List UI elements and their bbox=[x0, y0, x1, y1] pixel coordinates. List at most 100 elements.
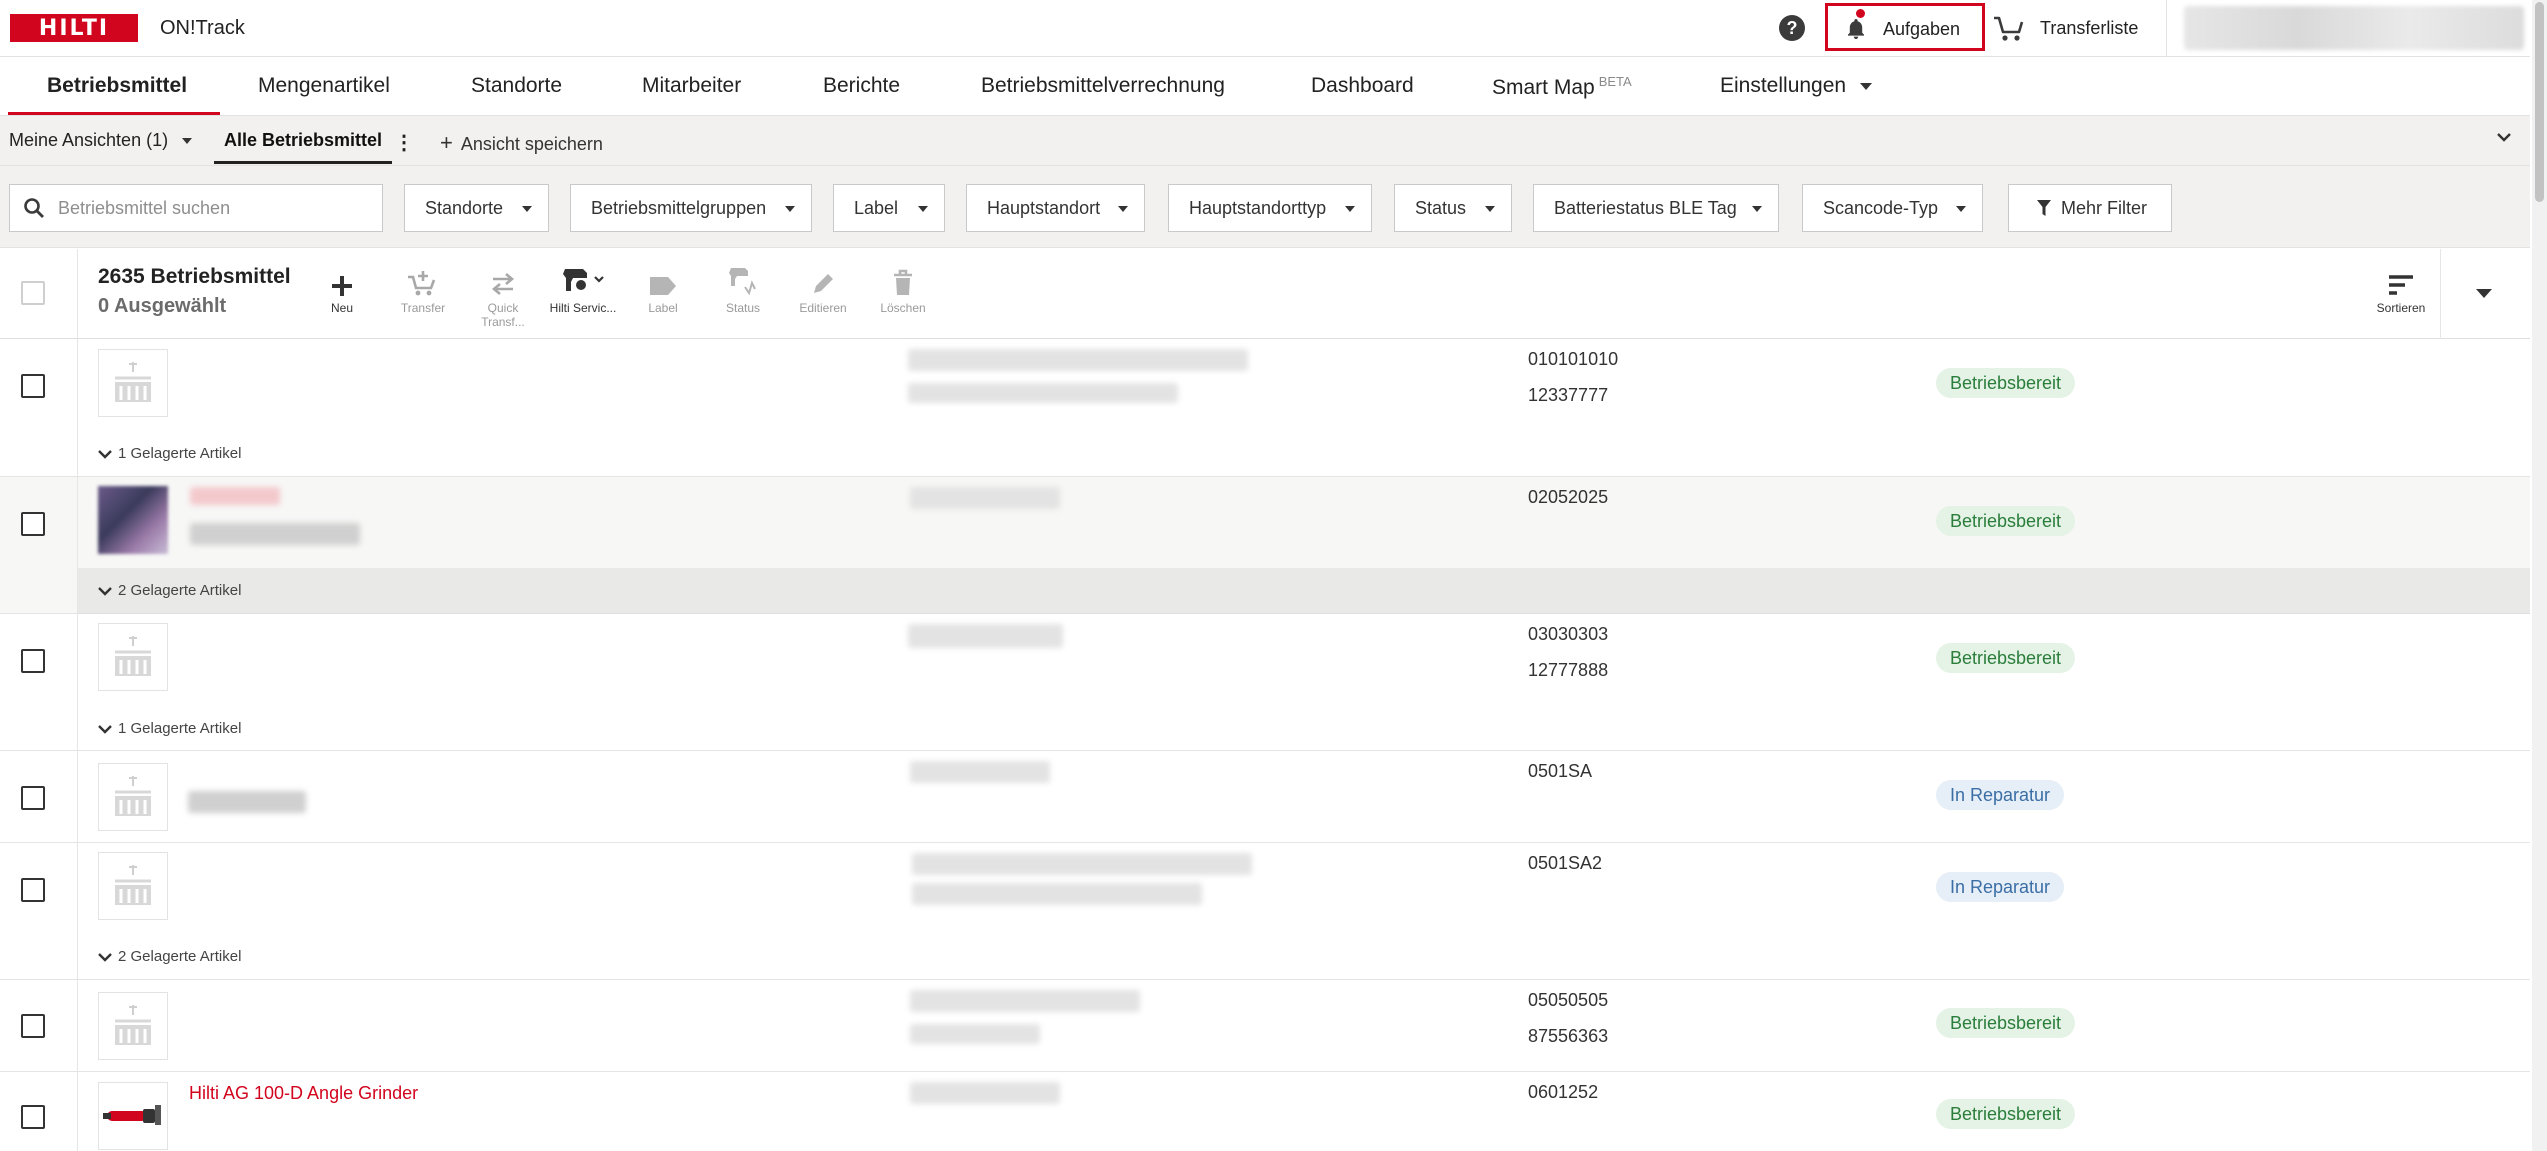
more-filters-label: Mehr Filter bbox=[2061, 197, 2148, 218]
drill-icon bbox=[563, 269, 604, 291]
chevron-down-icon bbox=[785, 206, 795, 212]
chevron-down-icon bbox=[1752, 206, 1762, 212]
stored-items-toggle[interactable]: 2 Gelagerte Artikel bbox=[98, 948, 241, 965]
stored-items-label: 1 Gelagerte Artikel bbox=[118, 445, 242, 462]
row-checkbox[interactable] bbox=[21, 1105, 45, 1129]
redacted-text bbox=[908, 383, 1178, 403]
tasks-button[interactable]: Aufgaben bbox=[1825, 3, 1985, 51]
hilti-service-button[interactable]: Hilti Servic... bbox=[548, 263, 618, 315]
filter-hauptstandorttyp[interactable]: Hauptstandorttyp bbox=[1168, 184, 1372, 232]
status-button[interactable]: Status bbox=[708, 263, 778, 315]
tab-standorte[interactable]: Standorte bbox=[471, 74, 562, 98]
select-all-checkbox[interactable] bbox=[21, 281, 45, 305]
table-row[interactable]: 05050505 87556363 Betriebsbereit bbox=[0, 980, 2530, 1072]
stored-items-toggle[interactable]: 2 Gelagerte Artikel bbox=[98, 582, 241, 599]
filter-status[interactable]: Status bbox=[1394, 184, 1512, 232]
edit-label: Editieren bbox=[799, 301, 847, 315]
edit-button[interactable]: Editieren bbox=[788, 263, 858, 315]
stored-items-label: 2 Gelagerte Artikel bbox=[118, 582, 242, 599]
filter-standorte[interactable]: Standorte bbox=[404, 184, 549, 232]
tab-dashboard[interactable]: Dashboard bbox=[1311, 74, 1414, 98]
row-checkbox[interactable] bbox=[21, 649, 45, 673]
redacted-text bbox=[910, 1082, 1060, 1104]
row-checkbox[interactable] bbox=[21, 374, 45, 398]
smart-map-label: Smart Map bbox=[1492, 76, 1595, 99]
delete-button[interactable]: Löschen bbox=[868, 263, 938, 315]
transfer-button[interactable]: Transfer bbox=[388, 263, 458, 315]
new-button[interactable]: Neu bbox=[307, 263, 377, 315]
my-views-dropdown[interactable]: Meine Ansichten (1) bbox=[9, 130, 193, 151]
redacted-text bbox=[910, 761, 1050, 783]
redacted-text bbox=[188, 791, 306, 813]
filter-label: Status bbox=[1415, 197, 1467, 218]
tab-berichte[interactable]: Berichte bbox=[823, 74, 900, 98]
asset-name-link[interactable]: Hilti AG 100-D Angle Grinder bbox=[189, 1083, 418, 1104]
stored-items-toggle[interactable]: 1 Gelagerte Artikel bbox=[98, 445, 241, 462]
transfer-list-button[interactable]: Transferliste bbox=[1992, 12, 2138, 44]
table-row[interactable]: 0501SA2 In Reparatur 2 Gelagerte Artikel bbox=[0, 843, 2530, 980]
status-badge: Betriebsbereit bbox=[1936, 643, 2076, 673]
status-badge: Betriebsbereit bbox=[1936, 1008, 2076, 1038]
chevron-down-icon[interactable] bbox=[2476, 289, 2492, 298]
row-checkbox-column bbox=[0, 339, 78, 476]
hilti-logo[interactable]: HILTI bbox=[10, 14, 138, 42]
stored-items-toggle[interactable]: 1 Gelagerte Artikel bbox=[98, 720, 241, 737]
tab-mengenartikel[interactable]: Mengenartikel bbox=[258, 74, 390, 98]
row-checkbox[interactable] bbox=[21, 512, 45, 536]
table-row[interactable]: 0501SA In Reparatur bbox=[0, 751, 2530, 843]
row-checkbox[interactable] bbox=[21, 1014, 45, 1038]
redacted-text bbox=[912, 853, 1252, 875]
filter-label: Betriebsmittelgruppen bbox=[591, 197, 767, 218]
filter-bar: Standorte Betriebsmittelgruppen Label Ha… bbox=[0, 166, 2530, 248]
table-row[interactable]: 010101010 12337777 Betriebsbereit 1 Gela… bbox=[0, 339, 2530, 477]
tab-betriebsmittelverrechnung[interactable]: Betriebsmittelverrechnung bbox=[981, 74, 1225, 98]
tab-mitarbeiter[interactable]: Mitarbeiter bbox=[642, 74, 741, 98]
item-count: 2635 Betriebsmittel bbox=[98, 265, 291, 288]
status-badge: Betriebsbereit bbox=[1936, 368, 2076, 398]
plus-icon: + bbox=[440, 130, 453, 155]
row-checkbox[interactable] bbox=[21, 878, 45, 902]
table-row[interactable]: Hilti AG 100-D Angle Grinder 0601252 Bet… bbox=[0, 1072, 2530, 1151]
view-bar: Meine Ansichten (1) Alle Betriebsmittel … bbox=[0, 116, 2530, 166]
beta-badge: BETA bbox=[1598, 74, 1632, 89]
pencil-icon bbox=[814, 274, 833, 293]
chevron-down-icon[interactable] bbox=[2495, 128, 2513, 146]
filter-label-dropdown[interactable]: Label bbox=[833, 184, 945, 232]
filter-betriebsmittelgruppen[interactable]: Betriebsmittelgruppen bbox=[570, 184, 812, 232]
label-button[interactable]: Label bbox=[628, 263, 698, 315]
asset-photo bbox=[98, 1082, 168, 1150]
more-filters-button[interactable]: Mehr Filter bbox=[2008, 184, 2172, 232]
hilti-service-label: Hilti Servic... bbox=[549, 301, 617, 315]
filter-batteriestatus[interactable]: Batteriestatus BLE Tag bbox=[1533, 184, 1779, 232]
search-input[interactable] bbox=[58, 197, 378, 219]
row-checkbox-column bbox=[0, 751, 78, 842]
table-row[interactable]: 03030303 12777888 Betriebsbereit 1 Gelag… bbox=[0, 614, 2530, 751]
save-view-button[interactable]: + Ansicht speichern bbox=[440, 130, 603, 156]
sort-button[interactable]: Sortieren bbox=[2366, 263, 2436, 315]
view-tab-all[interactable]: Alle Betriebsmittel bbox=[214, 116, 393, 164]
table-row[interactable]: 02052025 Betriebsbereit 2 Gelagerte Arti… bbox=[0, 477, 2530, 614]
transfer-list-label: Transferliste bbox=[2040, 17, 2139, 38]
redacted-text bbox=[190, 523, 360, 545]
filter-label: Hauptstandort bbox=[987, 197, 1101, 218]
user-account-menu[interactable] bbox=[2184, 6, 2524, 50]
tab-betriebsmittel[interactable]: Betriebsmittel bbox=[47, 74, 187, 98]
filter-hauptstandort[interactable]: Hauptstandort bbox=[966, 184, 1145, 232]
chevron-down-icon bbox=[1860, 82, 1873, 90]
filter-label: Scancode-Typ bbox=[1823, 197, 1939, 218]
tab-smart-map[interactable]: Smart Map BETA bbox=[1492, 74, 1632, 100]
page-scrollbar[interactable] bbox=[2532, 0, 2547, 1151]
view-options-icon[interactable]: ⋮ bbox=[394, 130, 414, 155]
row-checkbox[interactable] bbox=[21, 786, 45, 810]
row-checkbox-column bbox=[0, 980, 78, 1071]
scan-code: 03030303 bbox=[1528, 624, 1609, 644]
scrollbar-thumb[interactable] bbox=[2535, 2, 2544, 202]
tab-einstellungen[interactable]: Einstellungen bbox=[1720, 74, 1873, 98]
asset-placeholder-icon bbox=[98, 349, 168, 417]
filter-scancode-typ[interactable]: Scancode-Typ bbox=[1802, 184, 1983, 232]
top-bar: HILTI ON!Track ? Aufgaben Transferliste bbox=[0, 0, 2530, 57]
redacted-text bbox=[910, 1024, 1040, 1044]
quick-transfer-button[interactable]: Quick Transf... bbox=[468, 263, 538, 329]
search-box bbox=[9, 184, 383, 232]
help-icon[interactable]: ? bbox=[1779, 15, 1805, 41]
